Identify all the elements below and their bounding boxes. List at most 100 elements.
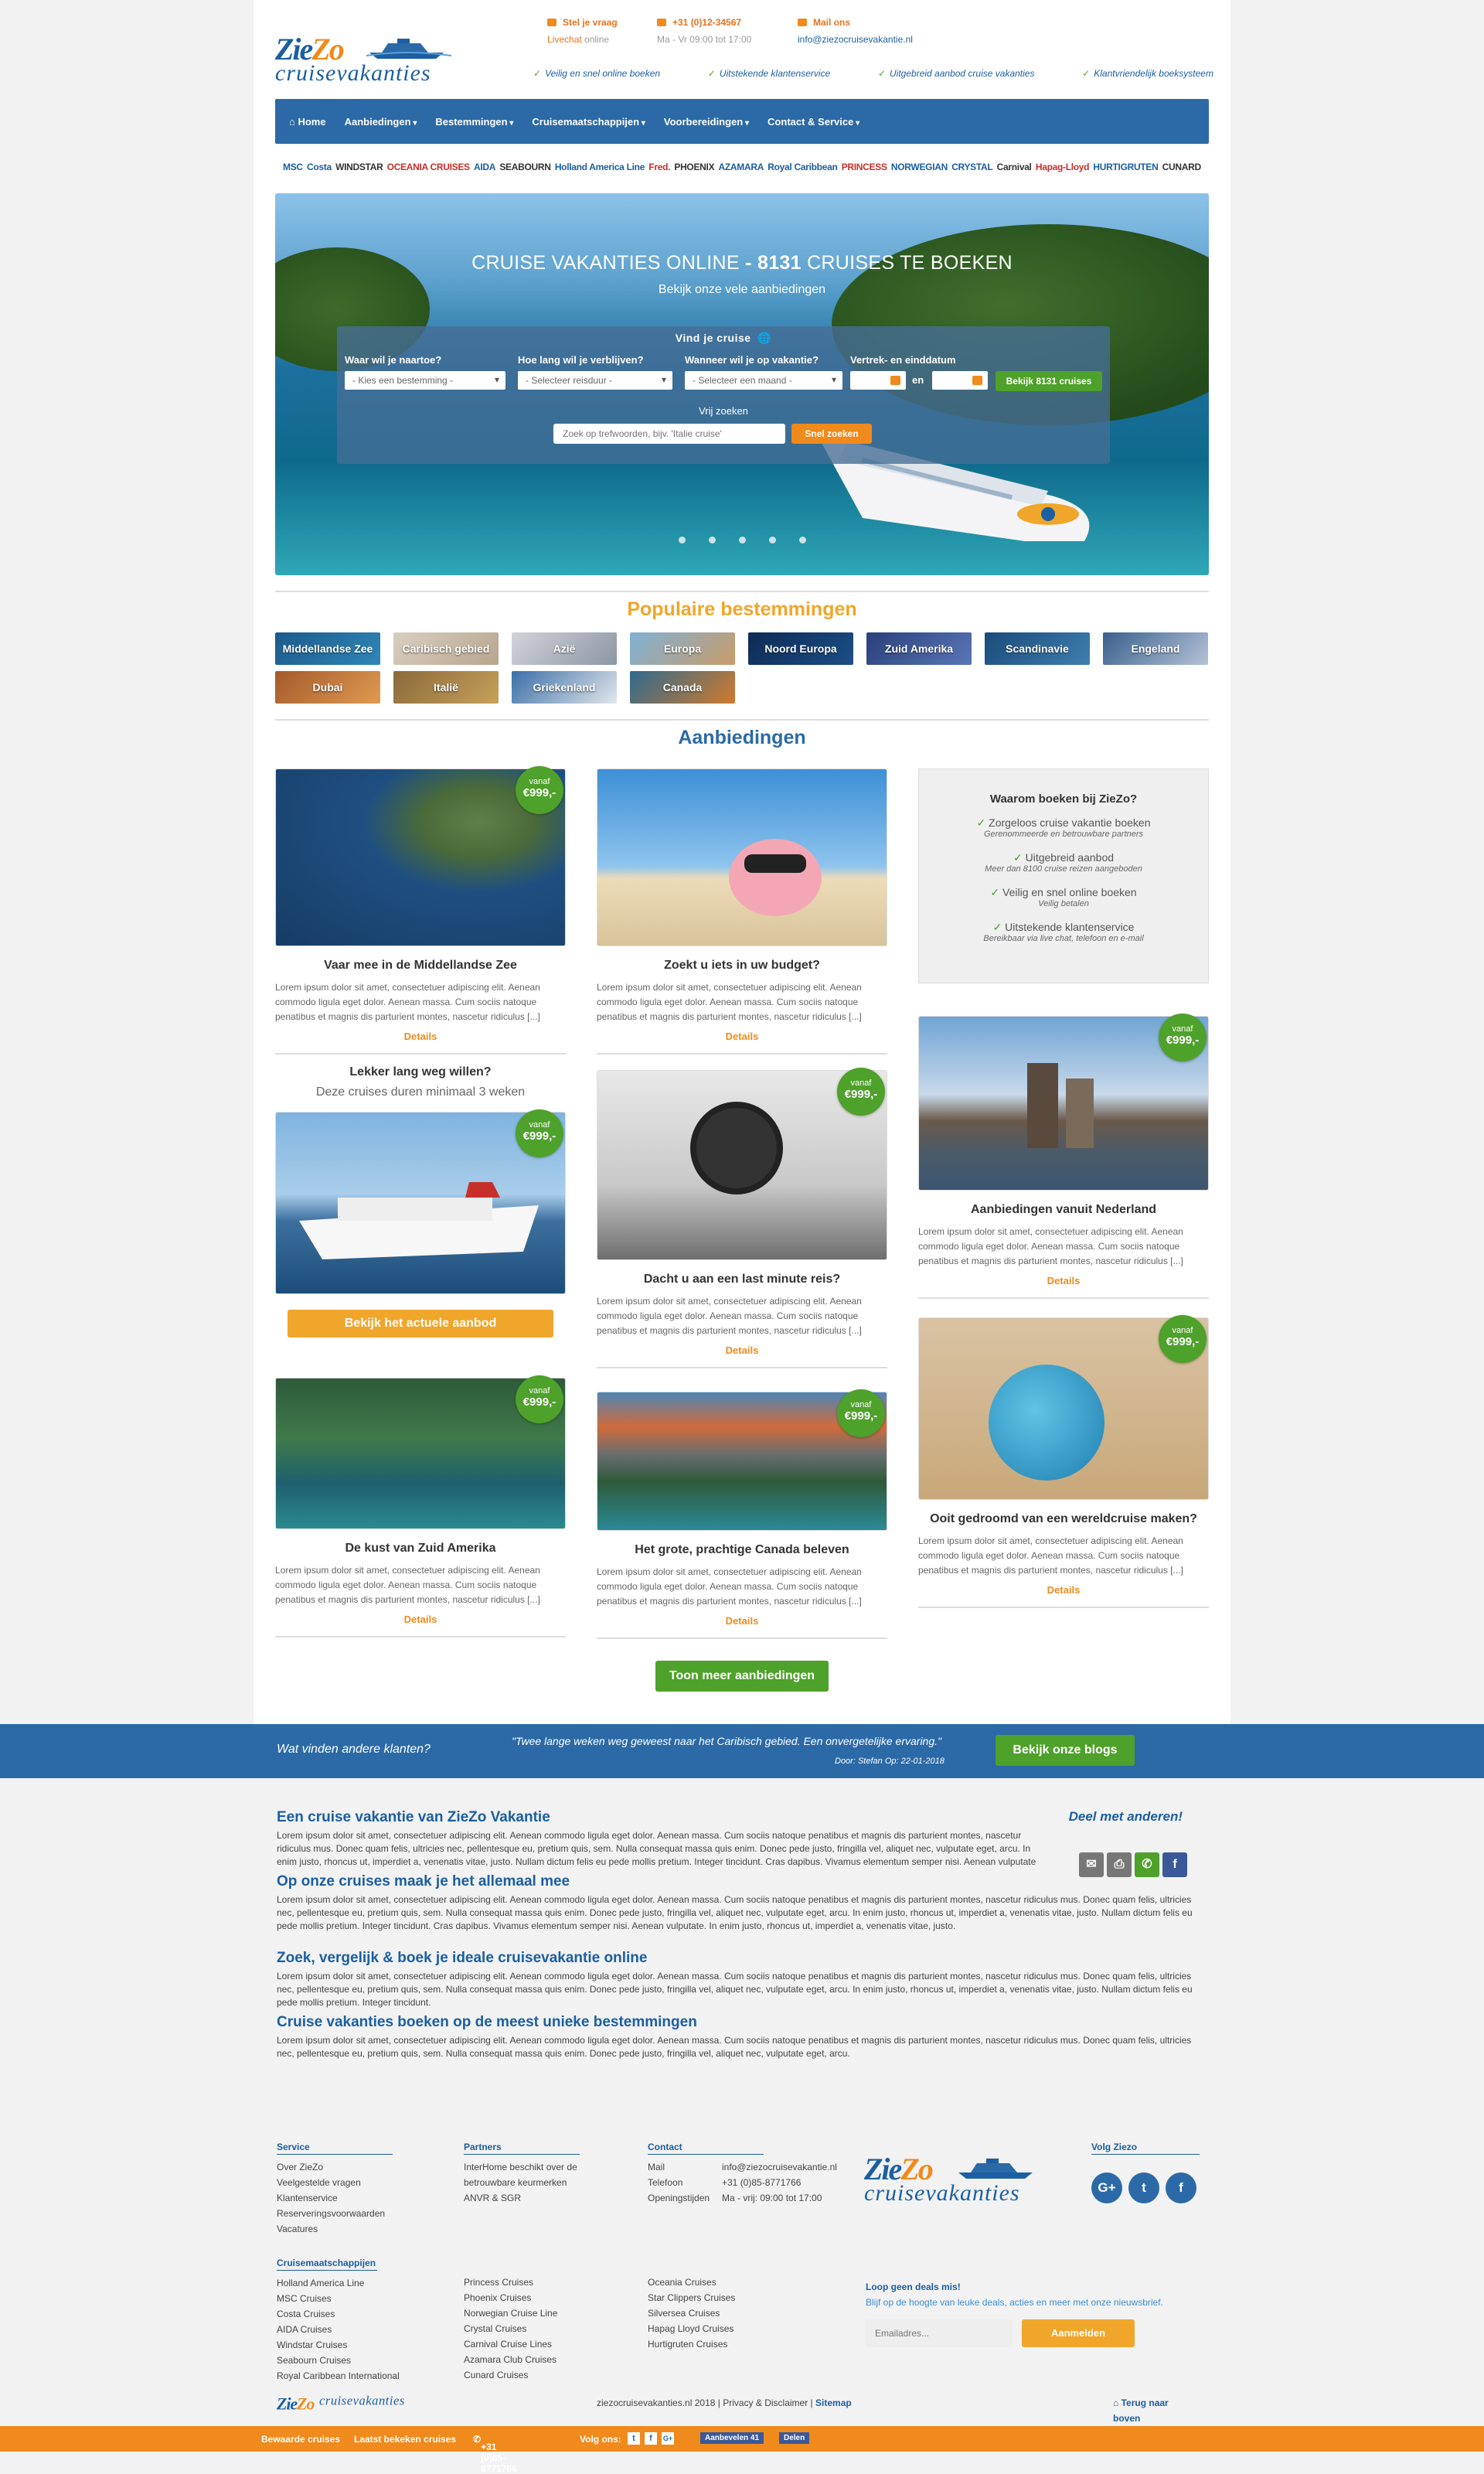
destination-tile[interactable]: Scandinavie [985,632,1090,665]
facebook-share-icon[interactable]: f [1162,1852,1187,1877]
footer-link[interactable]: Seabourn Cruises [277,2353,447,2368]
offer-card[interactable]: vanaf €999,- De kust van Zuid Amerika Lor… [275,1375,566,1637]
offer-card[interactable]: vanaf €999,- Het grote, prachtige Canada … [597,1389,887,1639]
footer-link[interactable]: Windstar Cruises [277,2337,447,2353]
brand-logo[interactable]: Holland America Line [555,162,645,172]
view-blogs-button[interactable]: Bekijk onze blogs [996,1735,1135,1766]
google-plus-icon[interactable]: G+ [662,2432,674,2445]
brand-logo[interactable]: SEABOURN [499,162,551,172]
newsletter-email-input[interactable] [866,2319,1013,2347]
footer-link[interactable]: Royal Caribbean International [277,2368,447,2384]
nav-bestemmingen[interactable]: Bestemmingen [435,116,513,128]
footer-link[interactable]: Holland America Line [277,2275,447,2291]
footer-link[interactable]: Klantenservice [277,2190,393,2206]
site-logo[interactable]: ZieZo cruisevakanties [275,31,453,88]
destination-tile[interactable]: Europa [630,632,735,665]
destination-tile[interactable]: Noord Europa [748,632,853,665]
slide-dot[interactable] [768,537,776,544]
month-select[interactable]: - Selecteer een maand - [685,371,842,390]
back-to-top-link[interactable]: ⌂ Terug naar boven [1113,2395,1196,2426]
bottom-phone[interactable]: ✆ +31 (0)85-8771766 [473,2434,517,2474]
details-link[interactable]: Details [275,1031,566,1042]
brand-logo[interactable]: AZAMARA [719,162,764,172]
print-share-icon[interactable]: ⎙ [1107,1852,1132,1877]
offer-card[interactable]: vanaf €999,- Dacht u aan een last minute … [597,1068,887,1368]
destination-tile[interactable]: Canada [630,671,735,704]
details-link[interactable]: Details [918,1584,1209,1596]
offer-card[interactable]: vanaf €999,- Aanbiedingen vanuit Nederlan… [918,1014,1209,1299]
contact-chat[interactable]: Stel je vraag Livechat online [547,14,618,48]
destination-tile[interactable]: Italië [393,671,499,704]
destination-select[interactable]: - Kies een bestemming - [345,371,505,390]
destination-tile[interactable]: Azië [512,632,617,665]
view-cruises-button[interactable]: Bekijk 8131 cruises [996,371,1102,391]
details-link[interactable]: Details [597,1031,887,1042]
brand-logo[interactable]: Carnival [997,162,1032,172]
departure-date-input[interactable] [850,371,906,390]
footer-link[interactable]: Oceania Cruises [648,2275,802,2290]
destination-tile[interactable]: Zuid Amerika [866,632,972,665]
brand-logo[interactable]: CUNARD [1162,162,1202,172]
details-link[interactable]: Details [597,1344,887,1356]
return-date-input[interactable] [932,371,988,390]
footer-link[interactable]: Hapag Lloyd Cruises [648,2321,802,2336]
newsletter-subscribe-button[interactable]: Aanmelden [1022,2319,1135,2347]
facebook-recommend-button[interactable]: Aanbevelen 41 [700,2432,764,2444]
details-link[interactable]: Details [918,1275,1209,1286]
footer-link[interactable]: AIDA Cruises [277,2322,447,2337]
brand-logo[interactable]: PHOENIX [674,162,714,172]
footer-link[interactable]: Star Clippers Cruises [648,2290,802,2305]
offer-card[interactable]: Zoekt u iets in uw budget? Lorem ipsum d… [597,768,887,1055]
slide-dot[interactable] [738,537,746,544]
footer-link[interactable]: Hurtigruten Cruises [648,2336,802,2352]
footer-link[interactable]: Cunard Cruises [464,2367,618,2383]
footer-link[interactable]: MSC Cruises [277,2291,447,2306]
footer-link[interactable]: Crystal Cruises [464,2321,618,2336]
contact-value[interactable]: info@ziezocruisevakantie.nl [722,2162,837,2172]
keyword-search-input[interactable] [553,424,785,444]
footer-bottom-logo[interactable]: ZieZo cruisevakanties [277,2394,404,2425]
contact-phone[interactable]: +31 (0)12-34567 Ma - Vr 09:00 tot 17:00 [657,14,751,48]
brand-logo[interactable]: AIDA [474,162,495,172]
google-plus-icon[interactable]: G+ [1091,2172,1122,2203]
footer-link[interactable]: Over ZieZo [277,2159,393,2175]
brand-logo[interactable]: MSC [283,162,303,172]
show-more-offers-button[interactable]: Toon meer aanbiedingen [655,1661,829,1692]
destination-tile[interactable]: Middellandse Zee [275,632,380,665]
footer-link[interactable]: Carnival Cruise Lines [464,2336,618,2352]
brand-logo[interactable]: WINDSTAR [335,162,383,172]
destination-tile[interactable]: Dubai [275,671,380,704]
offer-card[interactable]: vanaf €999,- Vaar mee in de Middellandse … [275,766,566,1055]
facebook-icon[interactable]: f [645,2432,657,2445]
slide-dot[interactable] [708,537,716,544]
duration-select[interactable]: - Selecteer reisduur - [518,371,672,390]
nav-voorbereidingen[interactable]: Voorbereidingen [664,116,749,128]
mail-share-icon[interactable]: ✉ [1079,1852,1104,1877]
footer-link[interactable]: Costa Cruises [277,2306,447,2322]
footer-link[interactable]: Veelgestelde vragen [277,2175,393,2190]
contact-mail[interactable]: Mail ons info@ziezocruisevakantie.nl [798,14,913,48]
brand-logo[interactable]: CRYSTAL [951,162,993,172]
footer-link[interactable]: Vacatures [277,2221,393,2237]
brand-logo[interactable]: Royal Caribbean [768,162,838,172]
brand-logo[interactable]: HURTIGRUTEN [1093,162,1158,172]
brand-logo[interactable]: OCEANIA CRUISES [387,162,470,172]
nav-cruisemaatschappijen[interactable]: Cruisemaatschappijen [532,116,645,128]
slide-dot[interactable] [798,537,806,544]
brand-logo[interactable]: PRINCESS [842,162,887,172]
whatsapp-share-icon[interactable]: ✆ [1135,1852,1159,1877]
details-link[interactable]: Details [597,1615,887,1627]
offer-card[interactable]: vanaf €999,- Ooit gedroomd van een wereld… [918,1315,1209,1608]
footer-logo[interactable]: ZieZo cruisevakanties [864,2151,1042,2208]
nav-home[interactable]: ⌂ Home [289,116,326,128]
slide-dot[interactable] [678,537,686,544]
brand-logo[interactable]: Costa [307,162,332,172]
destination-tile[interactable]: Griekenland [512,671,617,704]
facebook-icon[interactable]: f [1166,2172,1196,2203]
recent-cruises-link[interactable]: Laatst bekeken cruises [354,2434,456,2445]
nav-contact-service[interactable]: Contact & Service [768,116,859,128]
details-link[interactable]: Details [275,1614,566,1625]
footer-link[interactable]: Azamara Club Cruises [464,2352,618,2367]
destination-tile[interactable]: Caribisch gebied [393,632,499,665]
sitemap-link[interactable]: Sitemap [815,2397,852,2408]
